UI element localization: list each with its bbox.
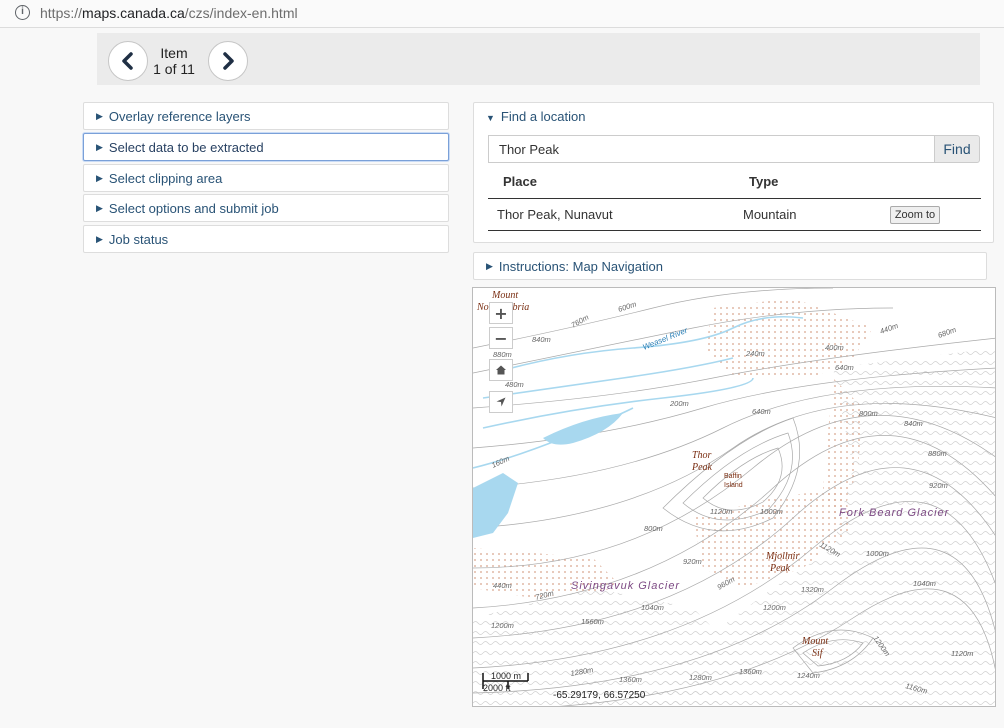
contour-label: 1200m	[763, 603, 786, 612]
expand-triangle-icon: ▶	[96, 172, 103, 183]
chevron-left-icon	[122, 52, 133, 70]
contour-label: 1000m	[760, 507, 783, 516]
contour-label: 400m	[825, 343, 844, 352]
contour-label: 1040m	[913, 579, 936, 588]
contour-label: 840m	[904, 419, 923, 428]
accordion-label: Select data to be extracted	[108, 139, 264, 155]
pager-count: 1 of 11	[153, 61, 195, 77]
expand-triangle-icon: ▶	[486, 260, 493, 271]
contour-label: 800m	[644, 524, 663, 533]
contour-label: 880m	[493, 350, 512, 359]
contour-label: 1240m	[797, 671, 820, 680]
map-label: Island	[724, 482, 743, 489]
column-place: Place	[503, 174, 537, 189]
contour-label: 1320m	[801, 585, 824, 594]
result-place: Thor Peak, Nunavut	[497, 207, 613, 222]
expand-triangle-icon: ▶	[96, 141, 103, 152]
contour-label: 880m	[928, 449, 947, 458]
next-item-button[interactable]	[208, 41, 248, 81]
url-path: /czs/index-en.html	[184, 5, 298, 21]
map-label: Sivingavuk Glacier	[571, 580, 680, 592]
contour-label: 440m	[493, 581, 512, 590]
contour-label: 920m	[929, 481, 948, 490]
map-viewer[interactable]: Mount Northumbria Thor Peak Mjollnir Pea…	[472, 287, 996, 707]
instructions-label: Instructions: Map Navigation	[498, 258, 663, 274]
contour-label: 1200m	[491, 621, 514, 630]
contour-label: 1120m	[951, 649, 973, 658]
find-location-heading: Find a location	[500, 109, 586, 124]
contour-label: 1280m	[689, 673, 712, 682]
accordion-job-status[interactable]: ▶ Job status	[83, 225, 449, 253]
address-bar[interactable]: i https://maps.canada.ca/czs/index-en.ht…	[0, 0, 1004, 28]
accordion-select-data[interactable]: ▶ Select data to be extracted	[83, 133, 449, 161]
pager-label: Item	[160, 45, 188, 61]
contour-label: 1120m	[710, 507, 732, 516]
map-label: Sif	[812, 648, 824, 659]
accordion-label: Select options and submit job	[108, 200, 279, 216]
accordion-select-options-submit[interactable]: ▶ Select options and submit job	[83, 194, 449, 222]
contour-label: 1560m	[581, 617, 604, 626]
chevron-right-icon	[223, 52, 234, 70]
pager-status: Item 1 of 11	[151, 45, 197, 77]
column-type: Type	[749, 174, 779, 189]
location-search-input[interactable]	[488, 135, 935, 163]
url-host: maps.canada.ca	[82, 5, 185, 21]
find-location-panel: ▼ Find a location Find Place Type Thor Pe…	[473, 102, 994, 243]
map-label: Peak	[691, 462, 713, 473]
url-scheme: https://	[40, 5, 83, 21]
map-label: Mjollnir	[765, 551, 799, 562]
find-button[interactable]: Find	[934, 135, 980, 163]
zoom-to-button[interactable]: Zoom to	[890, 206, 940, 224]
contour-label: 1000m	[866, 549, 889, 558]
contour-label: 1360m	[739, 667, 762, 676]
contour-label: 840m	[532, 335, 551, 344]
zoom-out-button[interactable]: −	[489, 327, 513, 349]
contour-label: 1040m	[641, 603, 664, 612]
contour-label: 1360m	[619, 675, 642, 684]
result-type: Mountain	[743, 207, 797, 222]
navigate-icon	[496, 397, 506, 407]
url-text[interactable]: https://maps.canada.ca/czs/index-en.html	[40, 5, 298, 21]
scale-imperial: 2000 ft	[483, 683, 511, 693]
home-button[interactable]	[489, 359, 513, 381]
contour-label: 640m	[752, 407, 771, 416]
scale-metric: 1000 m	[491, 671, 522, 681]
map-label: Baffin	[724, 473, 742, 480]
instructions-map-navigation[interactable]: ▶ Instructions: Map Navigation	[473, 252, 987, 280]
collapse-triangle-icon: ▼	[486, 113, 495, 123]
previous-item-button[interactable]	[108, 41, 148, 81]
locate-button[interactable]	[489, 391, 513, 413]
accordion-overlay-reference-layers[interactable]: ▶ Overlay reference layers	[83, 102, 449, 130]
contour-label: 920m	[683, 557, 702, 566]
results-table-header: Place Type	[488, 169, 981, 199]
map-label: Peak	[769, 563, 791, 574]
contour-label: 200m	[669, 399, 689, 408]
zoom-in-button[interactable]: +	[489, 302, 513, 324]
expand-triangle-icon: ▶	[96, 110, 103, 121]
contour-label: 640m	[835, 363, 854, 372]
map-label: Fork Beard Glacier	[839, 507, 950, 519]
contour-label: 240m	[745, 349, 765, 358]
accordion-label: Select clipping area	[108, 170, 223, 186]
expand-triangle-icon: ▶	[96, 202, 103, 213]
contour-label: 800m	[859, 409, 878, 418]
map-label: Mount	[491, 290, 518, 301]
map-label: Mount	[801, 636, 828, 647]
contour-label: 480m	[505, 380, 524, 389]
accordion-select-clipping-area[interactable]: ▶ Select clipping area	[83, 164, 449, 192]
map-label: Thor	[692, 450, 712, 461]
item-pager: Item 1 of 11	[97, 33, 980, 85]
accordion-label: Job status	[108, 231, 169, 247]
table-row: Thor Peak, Nunavut Mountain Zoom to	[488, 199, 981, 231]
topographic-map[interactable]: Mount Northumbria Thor Peak Mjollnir Pea…	[473, 288, 996, 707]
accordion-label: Overlay reference layers	[108, 108, 251, 124]
expand-triangle-icon: ▶	[96, 233, 103, 244]
find-location-toggle[interactable]: ▼ Find a location	[486, 109, 585, 124]
info-icon[interactable]: i	[15, 5, 30, 20]
cursor-coordinates: -65.29179, 66.57250	[553, 690, 646, 701]
home-icon	[496, 365, 506, 375]
